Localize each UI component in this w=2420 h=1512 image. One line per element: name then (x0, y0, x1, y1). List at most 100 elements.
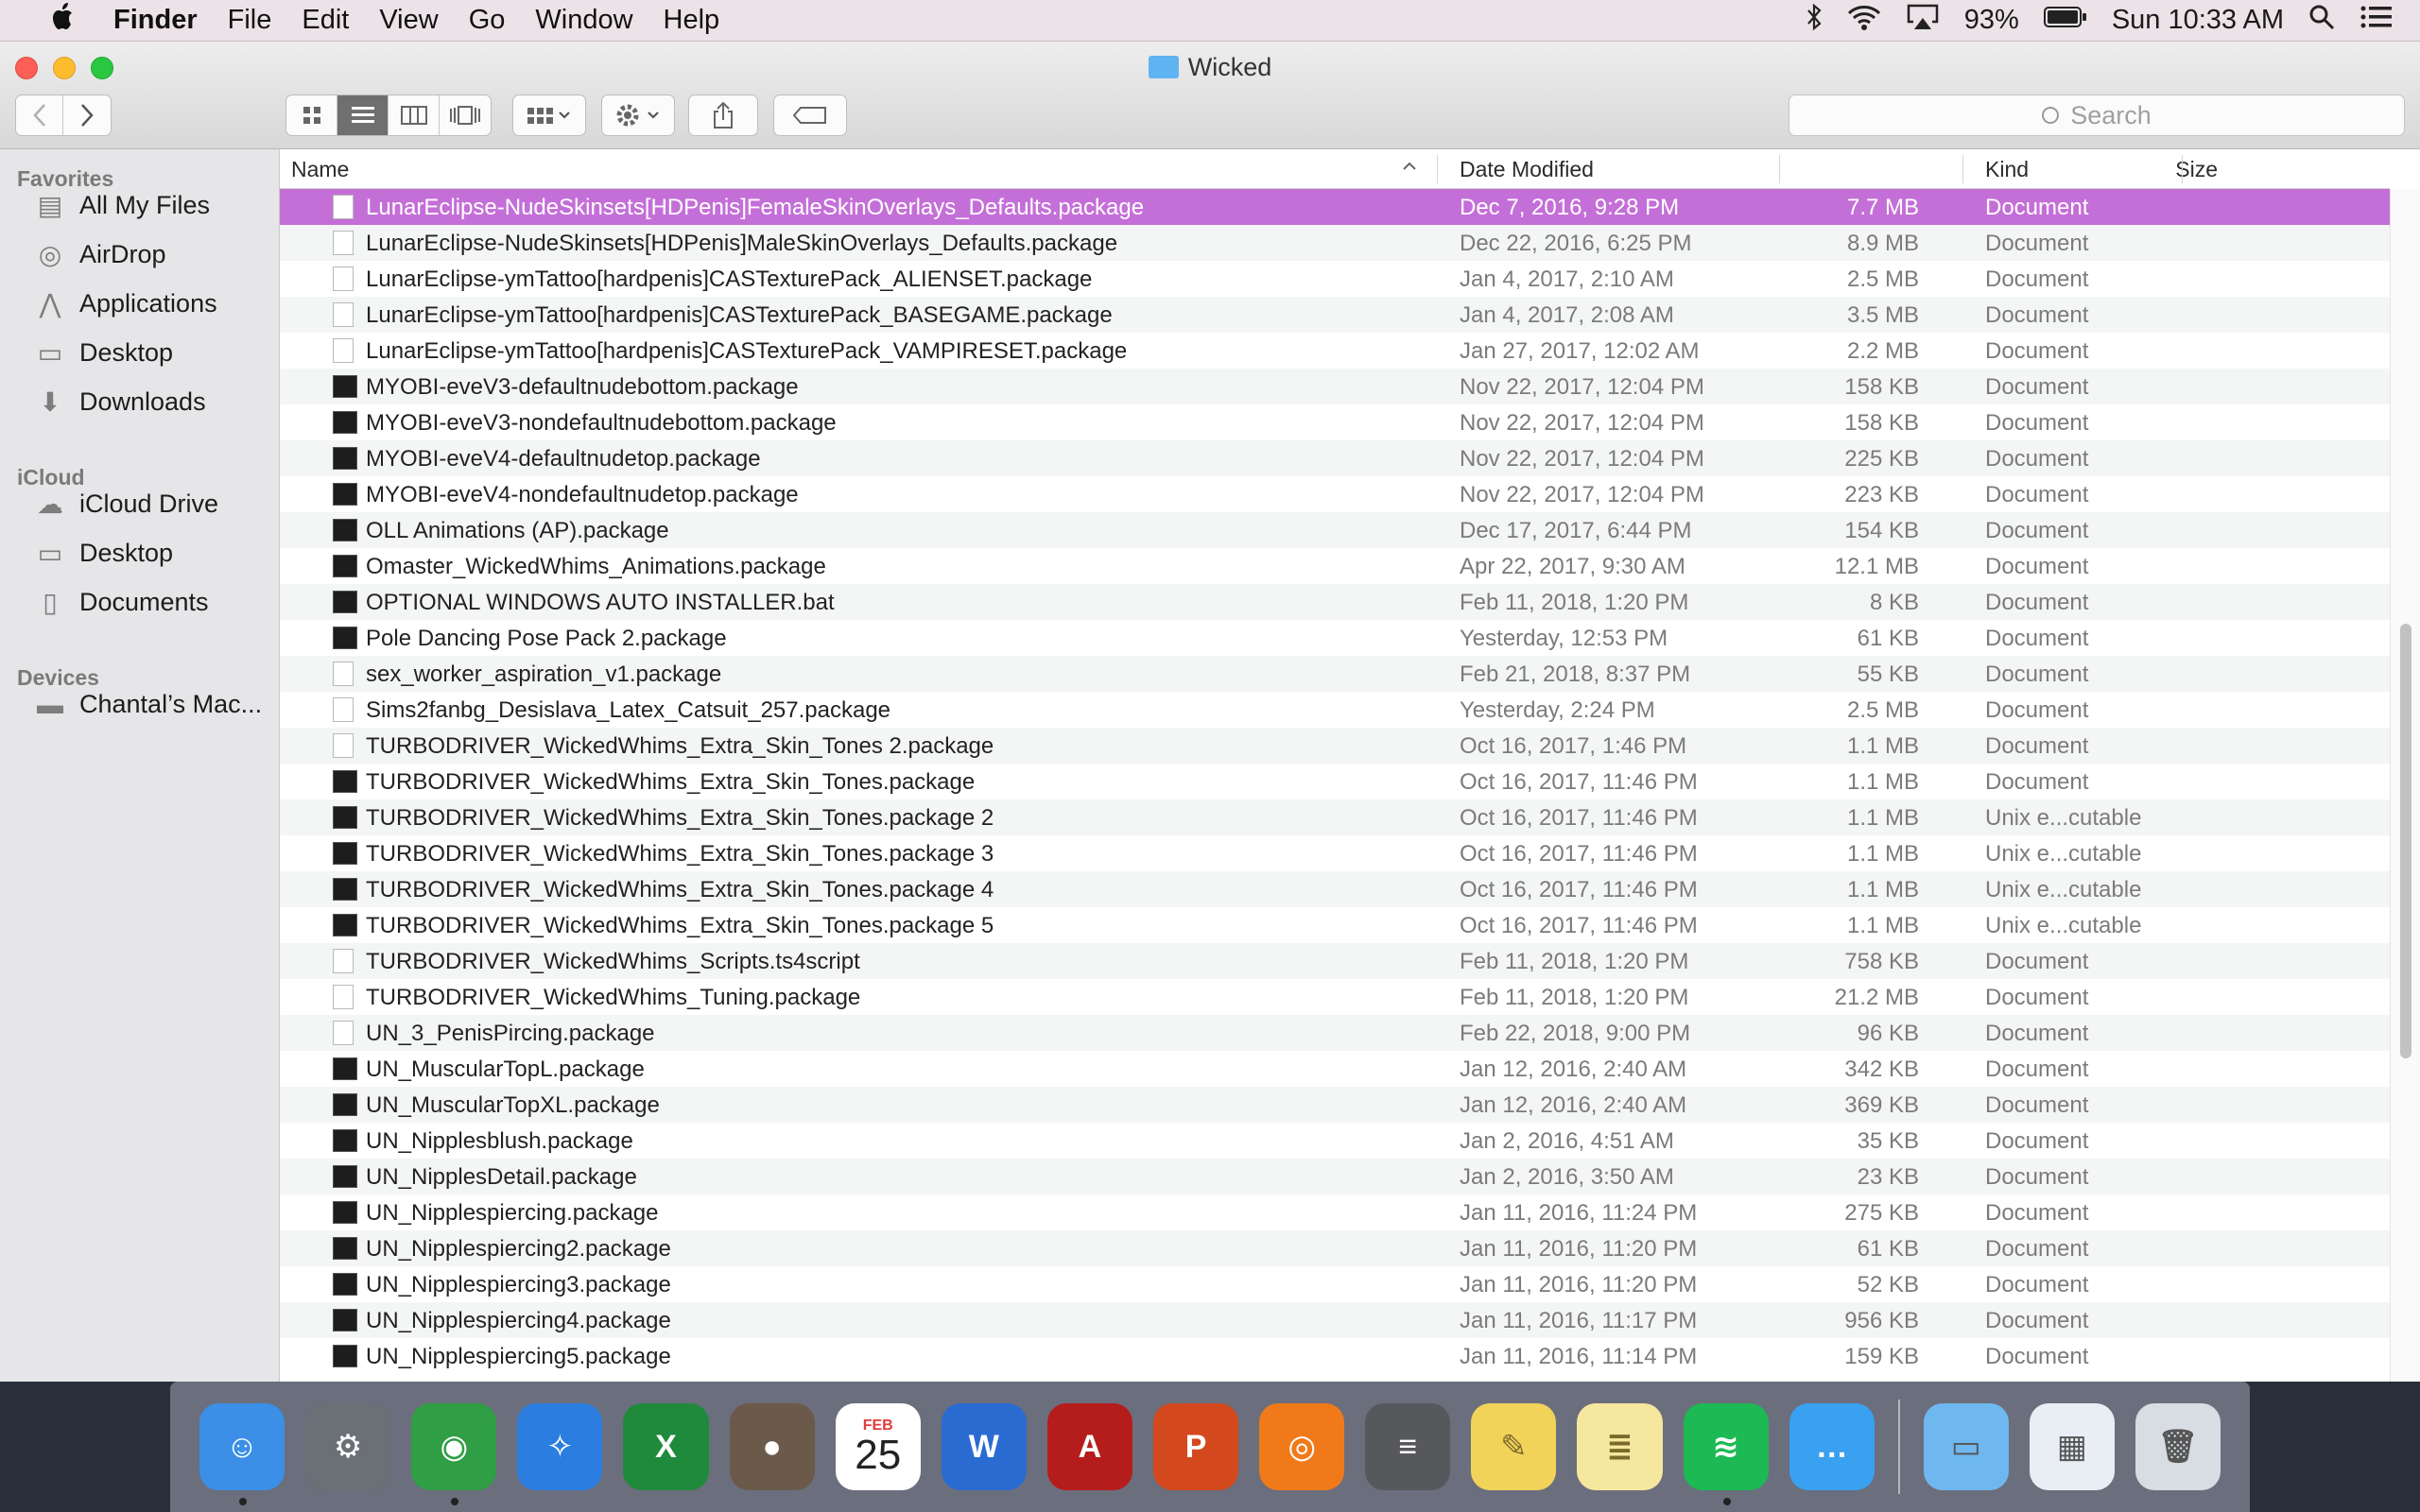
scrollbar-thumb[interactable] (2400, 624, 2411, 1058)
file-row[interactable]: LunarEclipse-ymTattoo[hardpenis]CASTextu… (280, 333, 2390, 369)
dock-app-calculator[interactable]: ≡ (1365, 1403, 1451, 1490)
search-field[interactable]: Search (1789, 94, 2405, 136)
file-row[interactable]: Pole Dancing Pose Pack 2.package Yesterda… (280, 620, 2390, 656)
sort-ascending-icon[interactable] (1401, 155, 1418, 183)
file-row[interactable]: TURBODRIVER_WickedWhims_Tuning.package Fe… (280, 979, 2390, 1015)
battery-percent[interactable]: 93% (1964, 5, 2019, 36)
menubar-clock[interactable]: Sun 10:33 AM (2112, 5, 2284, 36)
dock-app-safari[interactable]: ✧ (517, 1403, 603, 1490)
file-size: 1.1 MB (1846, 733, 1919, 759)
file-row[interactable]: MYOBI-eveV4-defaultnudetop.package Nov 22… (280, 440, 2390, 476)
dock-app-steam[interactable]: ● (729, 1403, 815, 1490)
back-button[interactable] (16, 95, 63, 135)
sidebar-item-icloud-drive[interactable]: ☁ iCloud Drive (34, 490, 218, 519)
file-row[interactable]: MYOBI-eveV3-defaultnudebottom.package Nov… (280, 369, 2390, 404)
bluetooth-icon[interactable] (1806, 3, 1823, 39)
file-row[interactable]: UN_MuscularTopXL.package Jan 12, 2016, 2:… (280, 1087, 2390, 1123)
sidebar-item-all-my-files[interactable]: ▤ All My Files (34, 191, 210, 220)
menu-help[interactable]: Help (648, 5, 735, 36)
dock-item-chrome-app-window[interactable]: ▦ (2029, 1403, 2115, 1490)
file-row[interactable]: TURBODRIVER_WickedWhims_Extra_Skin_Tones… (280, 728, 2390, 764)
spotlight-icon[interactable] (2308, 4, 2335, 38)
file-row[interactable]: UN_NipplesDetail.package Jan 2, 2016, 3:5… (280, 1159, 2390, 1194)
sidebar-item-airdrop[interactable]: ◎ AirDrop (34, 240, 166, 269)
menu-view[interactable]: View (364, 5, 453, 36)
airplay-icon[interactable] (1906, 3, 1940, 39)
list-view-button[interactable] (337, 95, 389, 135)
wifi-icon[interactable] (1847, 4, 1881, 38)
file-row[interactable]: MYOBI-eveV4-nondefaultnudetop.package Nov… (280, 476, 2390, 512)
dock-app-messages[interactable]: … (1789, 1403, 1875, 1490)
file-row[interactable]: UN_Nipplesblush.package Jan 2, 2016, 4:51… (280, 1123, 2390, 1159)
file-date-modified: Dec 7, 2016, 9:28 PM (1460, 195, 1680, 220)
sidebar-item-icloud-desktop[interactable]: ▭ Desktop (34, 539, 173, 568)
file-row[interactable]: UN_Nipplespiercing3.package Jan 11, 2016,… (280, 1266, 2390, 1302)
dock-app-origin[interactable]: ◎ (1259, 1403, 1345, 1490)
sidebar-item-applications[interactable]: ⋀ Applications (34, 289, 217, 318)
dock-app-finder[interactable]: ☺ (199, 1403, 285, 1505)
dock-app-excel[interactable]: X (623, 1403, 709, 1490)
document-file-icon (333, 733, 354, 758)
sidebar-item-mac[interactable]: ▬ Chantal’s Mac... (34, 690, 262, 719)
app-menu-finder[interactable]: Finder (98, 5, 213, 36)
sidebar-item-documents[interactable]: ▯ Documents (34, 588, 208, 617)
column-name[interactable]: Name (291, 157, 349, 182)
file-row[interactable]: LunarEclipse-ymTattoo[hardpenis]CASTextu… (280, 297, 2390, 333)
file-row[interactable]: TURBODRIVER_WickedWhims_Extra_Skin_Tones… (280, 764, 2390, 799)
dock-app-calendar[interactable]: FEB 25 (835, 1403, 921, 1490)
file-row[interactable]: OLL Animations (AP).package Dec 17, 2017,… (280, 512, 2390, 548)
file-row[interactable]: sex_worker_aspiration_v1.package Feb 21, … (280, 656, 2390, 692)
dock-app-notes[interactable]: ≣ (1577, 1403, 1663, 1490)
file-row[interactable]: UN_MuscularTopL.package Jan 12, 2016, 2:4… (280, 1051, 2390, 1087)
file-row[interactable]: MYOBI-eveV3-nondefaultnudebottom.package… (280, 404, 2390, 440)
file-row[interactable]: UN_Nipplespiercing5.package Jan 11, 2016,… (280, 1338, 2390, 1374)
dock-app-acrobat[interactable]: A (1046, 1403, 1132, 1490)
file-row[interactable]: Omaster_WickedWhims_Animations.package Ap… (280, 548, 2390, 584)
column-kind[interactable]: Kind (1985, 157, 2029, 182)
dock-item-downloads-folder[interactable]: ▭ (1923, 1403, 2009, 1490)
notification-center-icon[interactable] (2360, 4, 2394, 38)
file-row[interactable]: TURBODRIVER_WickedWhims_Extra_Skin_Tones… (280, 871, 2390, 907)
apple-menu-icon[interactable] (36, 2, 89, 39)
file-row[interactable]: UN_Nipplespiercing.package Jan 11, 2016, … (280, 1194, 2390, 1230)
cover-flow-button[interactable] (440, 95, 491, 135)
file-row[interactable]: TURBODRIVER_WickedWhims_Scripts.ts4scrip… (280, 943, 2390, 979)
arrange-button[interactable] (512, 94, 586, 136)
column-view-button[interactable] (389, 95, 440, 135)
share-button[interactable] (688, 94, 758, 136)
dock-app-spotify[interactable]: ≋ (1683, 1403, 1769, 1505)
file-date-modified: Yesterday, 12:53 PM (1460, 626, 1668, 651)
file-row[interactable]: UN_Nipplespiercing2.package Jan 11, 2016,… (280, 1230, 2390, 1266)
file-row[interactable]: OPTIONAL WINDOWS AUTO INSTALLER.bat Feb 1… (280, 584, 2390, 620)
dock-app-powerpoint[interactable]: P (1152, 1403, 1239, 1490)
sidebar-item-downloads[interactable]: ⬇ Downloads (34, 387, 205, 417)
file-kind: Document (1985, 1344, 2089, 1369)
file-row[interactable]: UN_Nipplespiercing4.package Jan 11, 2016,… (280, 1302, 2390, 1338)
dock-app-stickies[interactable]: ✎ (1471, 1403, 1557, 1490)
vertical-scrollbar[interactable] (2390, 189, 2420, 1382)
file-row[interactable]: LunarEclipse-NudeSkinsets[HDPenis]MaleSk… (280, 225, 2390, 261)
icon-view-button[interactable] (286, 95, 337, 135)
action-button[interactable] (601, 94, 675, 136)
file-row[interactable]: Sims2fanbg_Desislava_Latex_Catsuit_257.p… (280, 692, 2390, 728)
dock-item-trash[interactable]: 🗑 (2135, 1403, 2221, 1490)
menu-window[interactable]: Window (520, 5, 648, 36)
menu-edit[interactable]: Edit (286, 5, 364, 36)
dock-app-system-preferences[interactable]: ⚙ (305, 1403, 391, 1490)
file-row[interactable]: LunarEclipse-NudeSkinsets[HDPenis]Female… (280, 189, 2390, 225)
file-row[interactable]: TURBODRIVER_WickedWhims_Extra_Skin_Tones… (280, 799, 2390, 835)
file-row[interactable]: LunarEclipse-ymTattoo[hardpenis]CASTextu… (280, 261, 2390, 297)
file-row[interactable]: UN_3_PenisPircing.package Feb 22, 2018, 9… (280, 1015, 2390, 1051)
column-size[interactable]: Size (2034, 157, 2218, 182)
battery-icon[interactable] (2043, 5, 2087, 36)
edit-tags-button[interactable] (773, 94, 847, 136)
forward-button[interactable] (63, 95, 111, 135)
file-row[interactable]: TURBODRIVER_WickedWhims_Extra_Skin_Tones… (280, 835, 2390, 871)
file-row[interactable]: TURBODRIVER_WickedWhims_Extra_Skin_Tones… (280, 907, 2390, 943)
menu-go[interactable]: Go (454, 5, 521, 36)
column-date-modified[interactable]: Date Modified (1460, 157, 1594, 182)
sidebar-item-desktop[interactable]: ▭ Desktop (34, 338, 173, 368)
menu-file[interactable]: File (213, 5, 287, 36)
dock-app-word[interactable]: W (941, 1403, 1027, 1490)
dock-app-google-chrome[interactable]: ◉ (411, 1403, 497, 1505)
